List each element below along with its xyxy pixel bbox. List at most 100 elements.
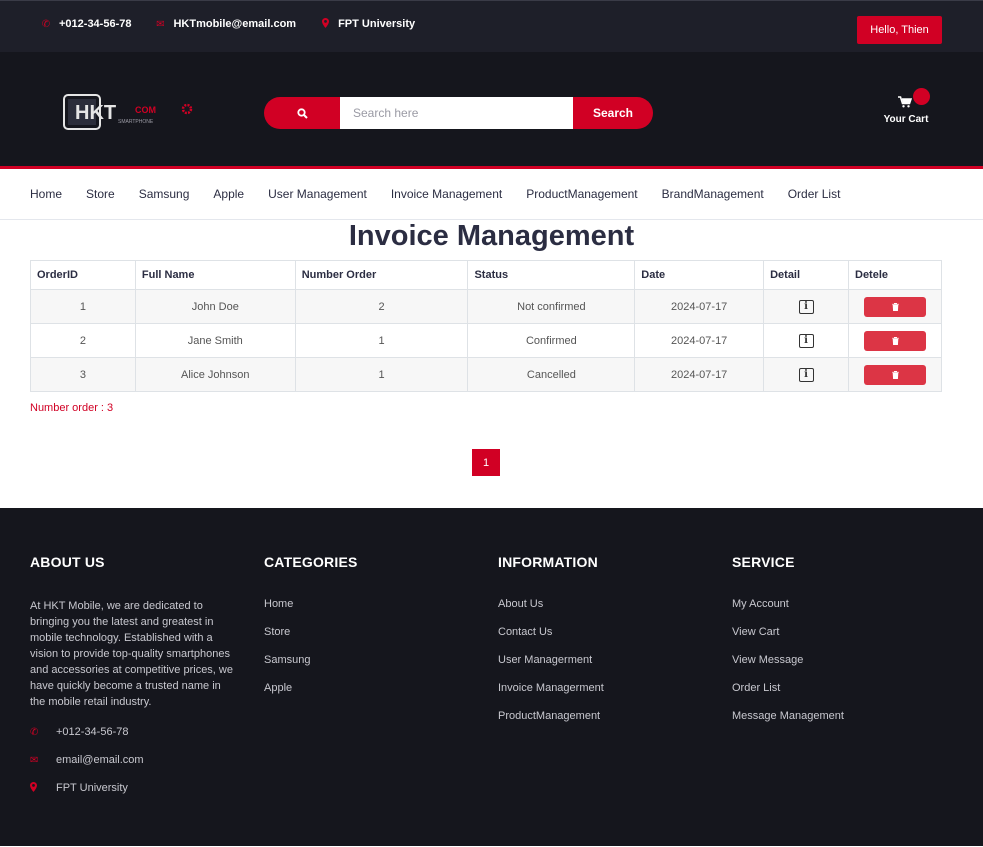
header-email-link[interactable]: ✉ HKTmobile@email.com xyxy=(155,18,296,30)
cell-detail: i xyxy=(763,323,849,358)
footer-link-user-management[interactable]: User Managerment xyxy=(498,654,604,682)
user-greeting-button[interactable]: Hello, Thien xyxy=(857,16,942,44)
search-icon xyxy=(296,107,308,119)
footer-link-product-management[interactable]: ProductManagement xyxy=(498,710,604,738)
search-bar: Search xyxy=(264,97,653,129)
header-location-link[interactable]: FPT University xyxy=(320,17,416,31)
nav-order-list[interactable]: Order List xyxy=(788,187,841,201)
footer-information: INFORMATION About Us Contact Us User Man… xyxy=(498,554,604,738)
col-number-order: Number Order xyxy=(294,260,469,290)
footer-link-invoice-management[interactable]: Invoice Managerment xyxy=(498,682,604,710)
footer-link-apple[interactable]: Apple xyxy=(264,682,358,710)
info-icon[interactable]: i xyxy=(798,367,814,382)
logo-text: HKT xyxy=(75,102,116,124)
main-content: Invoice Management OrderID Full Name Num… xyxy=(0,220,983,508)
cell-detail: i xyxy=(763,357,849,392)
cell-full-name: Alice Johnson xyxy=(134,357,296,392)
nav-user-management[interactable]: User Management xyxy=(268,187,367,201)
footer-link-about-us[interactable]: About Us xyxy=(498,598,604,626)
footer-email-text: email@email.com xyxy=(56,754,144,766)
footer-link-order-list[interactable]: Order List xyxy=(732,682,844,710)
cell-date: 2024-07-17 xyxy=(634,323,765,358)
header-phone-link[interactable]: ✆ +012-34-56-78 xyxy=(41,18,132,30)
footer-about-title: ABOUT US xyxy=(30,554,105,570)
nav-apple[interactable]: Apple xyxy=(213,187,244,201)
col-status: Status xyxy=(467,260,636,290)
footer-about: ABOUT US At HKT Mobile, we are dedicated… xyxy=(30,554,235,802)
map-marker-icon xyxy=(30,781,56,795)
search-button[interactable]: Search xyxy=(573,97,653,129)
footer-phone-text: +012-34-56-78 xyxy=(56,726,129,738)
trash-icon xyxy=(891,302,899,311)
cell-delete xyxy=(848,289,942,324)
footer-link-store[interactable]: Store xyxy=(264,626,358,654)
cell-date: 2024-07-17 xyxy=(634,357,765,392)
table-header-row: OrderID Full Name Number Order Status Da… xyxy=(30,260,942,290)
envelope-icon: ✉ xyxy=(30,754,39,766)
footer-link-message-management[interactable]: Message Management xyxy=(732,710,844,738)
search-input[interactable] xyxy=(340,97,573,129)
logo-suffix: COM xyxy=(135,105,156,115)
header-location-text: FPT University xyxy=(338,18,416,30)
footer-link-my-account[interactable]: My Account xyxy=(732,598,844,626)
footer-link-samsung[interactable]: Samsung xyxy=(264,654,358,682)
cell-status: Not confirmed xyxy=(467,289,636,324)
footer-about-text: At HKT Mobile, we are dedicated to bring… xyxy=(30,600,233,708)
footer-link-home[interactable]: Home xyxy=(264,598,358,626)
main-nav: Home Store Samsung Apple User Management… xyxy=(0,169,983,220)
cell-delete xyxy=(848,323,942,358)
cell-number-order: 1 xyxy=(294,323,469,358)
invoice-table: OrderID Full Name Number Order Status Da… xyxy=(30,260,942,392)
footer-link-contact-us[interactable]: Contact Us xyxy=(498,626,604,654)
cell-number-order: 2 xyxy=(294,289,469,324)
pagination-page-1[interactable]: 1 xyxy=(472,449,500,476)
cart-badge xyxy=(913,88,930,105)
header-links: ✆ +012-34-56-78 ✉ HKTmobile@email.com FP… xyxy=(41,1,415,47)
cell-order-id: 1 xyxy=(30,289,136,324)
cart-label: Your Cart xyxy=(883,114,929,125)
cell-status: Confirmed xyxy=(467,323,636,358)
footer-phone-link[interactable]: ✆ +012-34-56-78 xyxy=(30,718,235,746)
footer-email-link[interactable]: ✉ email@email.com xyxy=(30,746,235,774)
nav-store[interactable]: Store xyxy=(86,187,115,201)
nav-brand-management[interactable]: BrandManagement xyxy=(662,187,764,201)
col-delete: Detele xyxy=(848,260,942,290)
site-logo[interactable]: HKT COM SMARTPHONE xyxy=(63,92,198,132)
phone-icon: ✆ xyxy=(30,726,39,738)
search-icon-button[interactable] xyxy=(264,97,340,129)
footer: ABOUT US At HKT Mobile, we are dedicated… xyxy=(0,508,983,846)
info-icon[interactable]: i xyxy=(798,333,814,348)
cell-full-name: Jane Smith xyxy=(134,323,296,358)
col-detail: Detail xyxy=(763,260,849,290)
nav-home[interactable]: Home xyxy=(30,187,62,201)
footer-information-title: INFORMATION xyxy=(498,554,598,570)
cart-button[interactable]: Your Cart xyxy=(878,88,934,128)
cell-status: Cancelled xyxy=(467,357,636,392)
page-title: Invoice Management xyxy=(348,220,635,252)
nav-invoice-management[interactable]: Invoice Management xyxy=(391,187,502,201)
delete-button[interactable] xyxy=(864,364,926,385)
footer-link-view-message[interactable]: View Message xyxy=(732,654,844,682)
cell-number-order: 1 xyxy=(294,357,469,392)
envelope-icon: ✉ xyxy=(156,18,165,30)
footer-service-title: SERVICE xyxy=(732,554,795,570)
delete-button[interactable] xyxy=(864,296,926,317)
cell-detail: i xyxy=(763,289,849,324)
main-header: HKT COM SMARTPHONE Search Your Cart xyxy=(0,52,983,169)
footer-categories-title: CATEGORIES xyxy=(264,554,358,570)
footer-link-view-cart[interactable]: View Cart xyxy=(732,626,844,654)
footer-contact-list: ✆ +012-34-56-78 ✉ email@email.com FPT Univ… xyxy=(30,718,235,802)
footer-location-text: FPT University xyxy=(56,782,128,794)
nav-samsung[interactable]: Samsung xyxy=(139,187,190,201)
footer-location-link[interactable]: FPT University xyxy=(30,774,235,802)
phone-icon: ✆ xyxy=(41,18,51,30)
delete-button[interactable] xyxy=(864,330,926,351)
table-row: 3 Alice Johnson 1 Cancelled 2024-07-17 i xyxy=(30,357,942,392)
info-icon[interactable]: i xyxy=(798,299,814,314)
header-email-text: HKTmobile@email.com xyxy=(173,18,297,30)
nav-product-management[interactable]: ProductManagement xyxy=(526,187,637,201)
table-row: 1 John Doe 2 Not confirmed 2024-07-17 i xyxy=(30,289,942,324)
top-header: ✆ +012-34-56-78 ✉ HKTmobile@email.com FP… xyxy=(0,0,983,52)
logo-sub: SMARTPHONE xyxy=(118,119,154,125)
col-order-id: OrderID xyxy=(30,260,136,290)
